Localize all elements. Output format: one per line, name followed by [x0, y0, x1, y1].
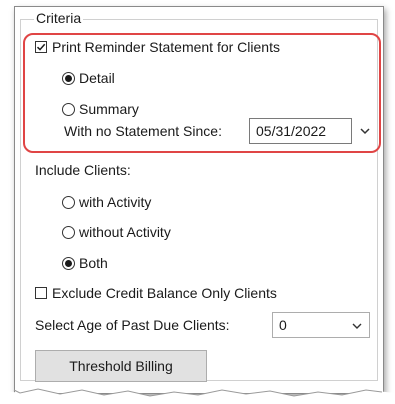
include-clients-label: Include Clients: — [35, 162, 131, 178]
radio-circle[interactable] — [62, 256, 75, 270]
age-past-due-value: 0 — [279, 317, 287, 333]
with-activity-label: with Activity — [79, 194, 152, 210]
radio-dot — [65, 259, 72, 267]
without-activity-label: without Activity — [79, 224, 171, 240]
age-past-due-select[interactable]: 0 — [272, 312, 370, 338]
without-activity-radio[interactable]: without Activity — [62, 224, 171, 240]
checkbox-box[interactable] — [35, 287, 47, 299]
both-radio[interactable]: Both — [62, 255, 108, 271]
chevron-down-icon — [352, 323, 362, 329]
exclude-credit-label: Exclude Credit Balance Only Clients — [52, 285, 277, 301]
both-label: Both — [79, 255, 108, 271]
age-past-due-label: Select Age of Past Due Clients: — [35, 317, 230, 333]
radio-circle[interactable] — [62, 225, 75, 239]
torn-edge-decoration — [0, 388, 395, 404]
group-title: Criteria — [34, 10, 84, 26]
exclude-credit-checkbox[interactable]: Exclude Credit Balance Only Clients — [35, 285, 277, 301]
with-activity-radio[interactable]: with Activity — [62, 194, 151, 210]
radio-circle[interactable] — [62, 195, 75, 209]
threshold-billing-button[interactable]: Threshold Billing — [35, 350, 207, 382]
highlight-box — [23, 33, 381, 153]
